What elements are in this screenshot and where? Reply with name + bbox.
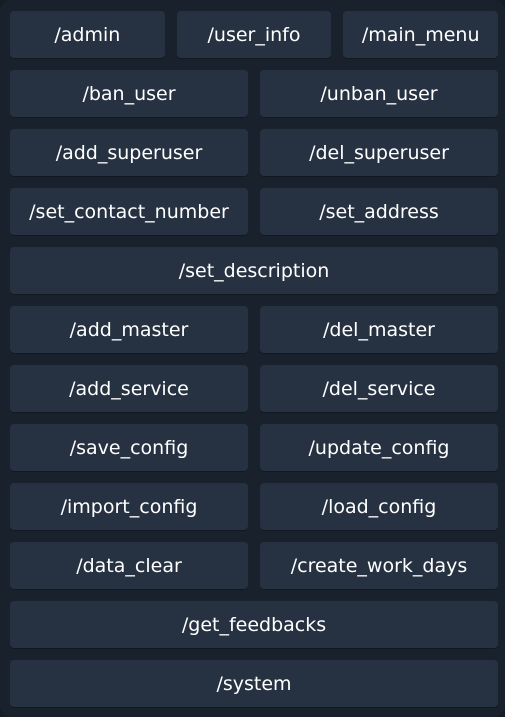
create-work-days-button[interactable]: /create_work_days	[260, 542, 498, 589]
keyboard-row-5: /set_description	[10, 247, 498, 294]
import-config-button[interactable]: /import_config	[10, 483, 248, 530]
set-description-button[interactable]: /set_description	[10, 247, 498, 294]
load-config-button[interactable]: /load_config	[260, 483, 498, 530]
data-clear-button[interactable]: /data_clear	[10, 542, 248, 589]
keyboard-row-1: /admin /user_info /main_menu	[10, 11, 499, 58]
del-service-button[interactable]: /del_service	[260, 365, 498, 412]
get-feedbacks-button[interactable]: /get_feedbacks	[10, 601, 498, 648]
keyboard-row-8: /save_config /update_config	[10, 424, 498, 471]
add-service-button[interactable]: /add_service	[10, 365, 248, 412]
add-master-button[interactable]: /add_master	[10, 306, 248, 353]
set-contact-number-button[interactable]: /set_contact_number	[10, 188, 248, 235]
admin-button[interactable]: /admin	[10, 11, 165, 58]
update-config-button[interactable]: /update_config	[260, 424, 498, 471]
unban-user-button[interactable]: /unban_user	[260, 70, 498, 117]
del-superuser-button[interactable]: /del_superuser	[260, 129, 498, 176]
save-config-button[interactable]: /save_config	[10, 424, 248, 471]
user-info-button[interactable]: /user_info	[176, 11, 332, 58]
keyboard-row-7: /add_service /del_service	[10, 365, 498, 412]
del-master-button[interactable]: /del_master	[260, 306, 498, 353]
system-button[interactable]: /system	[10, 660, 498, 707]
reply-keyboard: /admin /user_info /main_menu /ban_user /…	[0, 0, 505, 717]
main-menu-button[interactable]: /main_menu	[343, 11, 499, 58]
add-superuser-button[interactable]: /add_superuser	[10, 129, 248, 176]
keyboard-row-12: /system	[10, 660, 498, 707]
ban-user-button[interactable]: /ban_user	[10, 70, 248, 117]
keyboard-row-2: /ban_user /unban_user	[10, 70, 498, 117]
set-address-button[interactable]: /set_address	[260, 188, 498, 235]
keyboard-row-6: /add_master /del_master	[10, 306, 498, 353]
keyboard-row-4: /set_contact_number /set_address	[10, 188, 498, 235]
keyboard-row-10: /data_clear /create_work_days	[10, 542, 498, 589]
keyboard-row-3: /add_superuser /del_superuser	[10, 129, 498, 176]
keyboard-row-9: /import_config /load_config	[10, 483, 498, 530]
keyboard-row-11: /get_feedbacks	[10, 601, 498, 648]
